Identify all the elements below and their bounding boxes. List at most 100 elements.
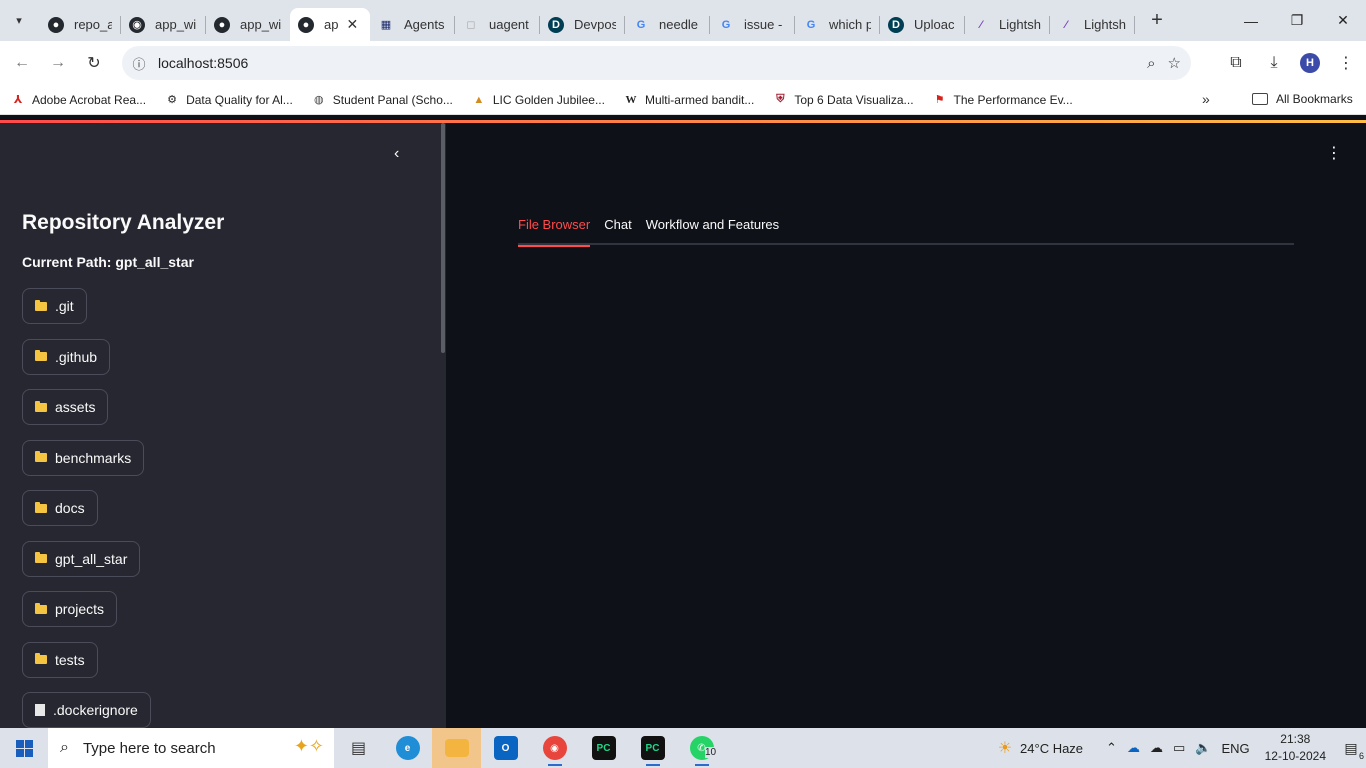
sidebar-scrollbar[interactable] [441,123,445,353]
bookmark-item[interactable]: ⚑ The Performance Ev... [932,92,1073,108]
folder-label: .github [55,348,98,365]
zoom-icon[interactable]: ⌕ [1147,55,1155,72]
close-icon[interactable]: ✕ [346,16,358,33]
tab-workflow-and-features[interactable]: Workflow and Features [646,215,779,245]
browser-tab[interactable]: ⁄ Lightsh [965,8,1049,41]
browser-tab[interactable]: G needle [625,8,709,41]
windows-start-button[interactable] [0,728,48,768]
folder-button[interactable]: assets [22,389,109,425]
close-window-icon[interactable]: ✕ [1320,0,1366,41]
bookmark-label: Data Quality for Al... [186,92,293,107]
tab-title: Lightsh [1084,17,1126,32]
all-bookmarks-button[interactable]: All Bookmarks [1252,92,1353,106]
wikipedia-icon: W [625,93,637,106]
reload-icon[interactable]: ↻ [76,45,112,81]
github-icon: ● [48,16,64,33]
folder-icon [35,602,47,614]
chevron-up-icon[interactable]: ⌃ [1106,740,1117,756]
tab-search-button[interactable]: ▾ [6,8,32,34]
address-bar[interactable]: ⓘ localhost:8506 ⌕ ☆ [122,46,1191,80]
site-info-icon[interactable]: ⓘ [122,54,156,73]
folder-button[interactable]: tests [22,641,98,678]
kebab-menu-icon[interactable]: ⋮ [1326,143,1342,163]
folder-icon [35,653,47,664]
folder-label: gpt_all_star [55,550,128,567]
tab-strip: ▾ ● repo_ar ◉ app_wi ● app_wi ● ap ✕ ▦ [0,0,1366,41]
folder-button[interactable]: projects [22,591,118,627]
extensions-icon[interactable]: ⧉ [1224,54,1248,72]
browser-tab[interactable]: ● app_wi [206,8,290,41]
google-icon: G [806,18,816,31]
streamlit-icon: ◉ [129,16,145,33]
download-icon[interactable]: ⤓ [1262,54,1286,72]
speaker-icon[interactable]: 🔈 [1195,740,1211,756]
file-button[interactable]: .dockerignore [22,692,151,728]
minimize-icon[interactable]: — [1228,0,1274,41]
browser-tab[interactable]: ◻ uagent [455,8,539,41]
onedrive-sync-icon[interactable]: ☁ [1127,740,1140,756]
browser-tab[interactable]: ● repo_ar [40,8,120,41]
browser-tab[interactable]: ▦ Agents [370,8,454,41]
windows-taskbar: ⌕ Type here to search ✦✧ ▤ e O ◉ PC PC ✆… [0,728,1366,768]
acrobat-icon: ⅄ [13,94,23,106]
back-arrow-icon[interactable]: ← [4,45,40,81]
cloud-icon[interactable]: ☁ [1150,740,1163,756]
clock[interactable]: 21:38 12-10-2024 [1265,731,1326,765]
chevron-left-icon[interactable]: ‹ [394,145,399,163]
kebab-menu-icon[interactable]: ⋮ [1334,53,1358,73]
display-icon[interactable]: ▭ [1173,740,1185,756]
restore-icon[interactable]: ❐ [1274,0,1320,41]
folder-button[interactable]: gpt_all_star [22,540,141,577]
sparkle-icon: ✦✧ [293,736,324,756]
tab-title: Lightsh [999,17,1041,32]
bookmark-item[interactable]: ⛨ Top 6 Data Visualiza... [772,92,913,108]
folder-icon [35,451,47,462]
pycharm-icon[interactable]: PC [628,728,677,768]
bookmark-item[interactable]: ▲ LIC Golden Jubilee... [471,92,605,108]
folder-icon [35,400,47,412]
pycharm-icon[interactable]: PC [579,728,628,768]
bookmark-item[interactable]: ⚙ Data Quality for Al... [164,92,293,108]
forward-arrow-icon[interactable]: → [40,45,76,81]
graduation-icon: ▲ [473,93,485,106]
whatsapp-icon[interactable]: ✆ 10 [677,728,726,768]
browser-tab-active[interactable]: ● ap ✕ [290,8,370,41]
browser-tab[interactable]: ◉ app_wi [121,8,205,41]
tab-title: which p [829,17,871,32]
browser-tab[interactable]: G which p [795,8,879,41]
task-view-icon[interactable]: ▤ [334,728,383,768]
browser-tab[interactable]: ⁄ Lightsh [1050,8,1134,41]
new-tab-button[interactable]: + [1143,9,1171,32]
weather-widget[interactable]: ☀ 24°C Haze [998,738,1083,758]
folder-button[interactable]: docs [22,490,98,526]
bookmark-item[interactable]: W Multi-armed bandit... [623,92,754,108]
chrome-icon[interactable]: ◉ [530,728,579,768]
folder-label: docs [55,500,85,516]
browser-tab[interactable]: D Devpos [540,8,624,41]
taskbar-search-input[interactable]: ⌕ Type here to search ✦✧ [48,728,334,768]
file-explorer-icon[interactable] [432,728,481,768]
edge-icon[interactable]: e [383,728,432,768]
language-indicator[interactable]: ENG [1221,741,1249,756]
toolbar-actions: ⧉ ⤓ H ⋮ [1224,41,1358,85]
more-bookmarks-icon[interactable]: » [1202,91,1210,107]
weather-text: 24°C Haze [1020,740,1084,756]
github-icon: ● [214,16,230,33]
tab-chat[interactable]: Chat [604,215,631,245]
browser-tab[interactable]: D Uploac [880,8,964,41]
avatar[interactable]: H [1300,53,1320,73]
folder-icon [35,350,47,361]
notification-icon[interactable]: ▤ 6 [1336,740,1366,761]
url-text[interactable]: localhost:8506 [158,55,248,71]
folder-button[interactable]: .git [22,288,87,324]
bookmark-item[interactable]: ⅄ Adobe Acrobat Rea... [10,92,146,108]
tab-file-browser[interactable]: File Browser [518,215,591,247]
bookmark-star-icon[interactable]: ☆ [1168,54,1181,72]
data-quality-icon: ⚙ [167,94,178,106]
outlook-icon[interactable]: O [481,728,530,768]
browser-tab[interactable]: G issue - [710,8,794,41]
folder-button[interactable]: .github [22,338,111,375]
folder-button[interactable]: benchmarks [22,439,145,476]
bookmark-item[interactable]: ◍ Student Panal (Scho... [311,92,453,108]
bookmark-label: Adobe Acrobat Rea... [32,92,147,107]
